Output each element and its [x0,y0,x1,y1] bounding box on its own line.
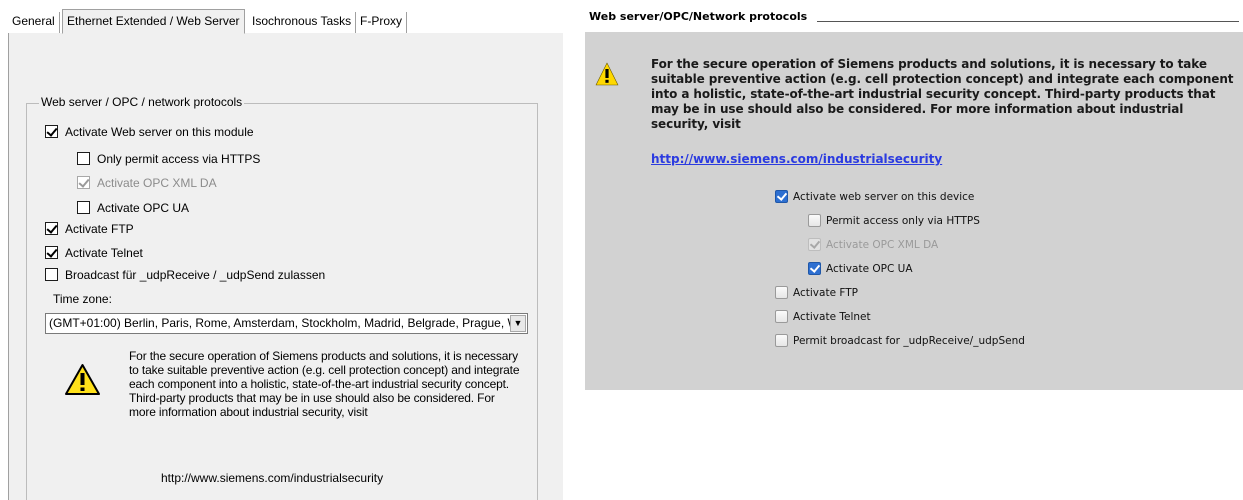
checkbox-label: Permit access only via HTTPS [826,215,980,227]
checkbox-box[interactable] [775,310,788,323]
ftp-checkbox[interactable]: Activate FTP [45,222,134,238]
chevron-down-icon[interactable]: ▼ [510,315,526,332]
opc-ua-checkbox[interactable]: Activate OPC UA [808,262,913,278]
classic-properties-dialog: General Ethernet Extended / Web Server I… [0,0,563,500]
checkbox-label: Activate web server on this device [793,191,975,203]
checkbox-box [808,238,821,251]
checkbox-label: Activate Telnet [65,246,143,260]
https-only-checkbox[interactable]: Only permit access via HTTPS [77,152,260,168]
warning-icon [595,62,619,86]
checkbox-box [77,176,90,189]
tab-isochronous-tasks[interactable]: Isochronous Tasks [248,12,357,33]
time-zone-select[interactable]: (GMT+01:00) Berlin, Paris, Rome, Amsterd… [45,313,528,334]
checkbox-box[interactable] [77,152,90,165]
security-url[interactable]: http://www.siemens.com/industrialsecurit… [161,471,383,485]
section-title: Web server/OPC/Network protocols [589,10,808,23]
checkbox-box[interactable] [775,190,788,203]
security-link[interactable]: http://www.siemens.com/industrialsecurit… [651,152,942,166]
udp-broadcast-checkbox[interactable]: Broadcast für _udpReceive / _udpSend zul… [45,268,325,284]
group-title: Web server / OPC / network protocols [39,95,245,109]
checkbox-box[interactable] [45,125,58,138]
telnet-checkbox[interactable]: Activate Telnet [775,310,871,326]
checkbox-label: Activate OPC XML DA [826,239,939,251]
checkbox-box[interactable] [808,262,821,275]
security-notice-text: For the secure operation of Siemens prod… [651,57,1234,131]
https-only-checkbox[interactable]: Permit access only via HTTPS [808,214,980,230]
checkbox-label: Activate OPC UA [97,201,190,215]
udp-broadcast-checkbox[interactable]: Permit broadcast for _udpReceive/_udpSen… [775,334,1025,350]
checkbox-box[interactable] [45,246,58,259]
tab-ethernet-extended-web-server[interactable]: Ethernet Extended / Web Server [62,9,245,34]
opc-xml-da-checkbox: Activate OPC XML DA [77,176,217,192]
checkbox-box[interactable] [45,222,58,235]
checkbox-label: Activate Telnet [793,311,871,323]
tab-bar: General Ethernet Extended / Web Server I… [8,9,563,34]
security-notice-text: For the secure operation of Siemens prod… [129,349,520,419]
checkbox-box[interactable] [45,268,58,281]
opc-xml-da-checkbox: Activate OPC XML DA [808,238,938,254]
checkbox-label: Activate OPC UA [826,263,913,275]
checkbox-box[interactable] [775,334,788,347]
tab-f-proxy[interactable]: F-Proxy [356,12,407,33]
activate-web-server-checkbox[interactable]: Activate web server on this device [775,190,974,206]
checkbox-box[interactable] [77,201,90,214]
checkbox-box[interactable] [775,286,788,299]
checkbox-box[interactable] [808,214,821,227]
checkbox-label: Activate Web server on this module [65,125,254,139]
warning-icon [65,364,100,395]
checkbox-label: Activate OPC XML DA [97,176,217,190]
telnet-checkbox[interactable]: Activate Telnet [45,246,143,262]
checkbox-label: Permit broadcast for _udpReceive/_udpSen… [793,335,1025,347]
divider [817,21,1239,22]
checkbox-label: Only permit access via HTTPS [97,152,261,166]
checkbox-label: Activate FTP [65,222,134,236]
activate-web-server-checkbox[interactable]: Activate Web server on this module [45,125,254,141]
checkbox-label: Activate FTP [793,287,858,299]
tia-properties-panel: Web server/OPC/Network protocols For the… [585,0,1243,390]
tab-general[interactable]: General [8,12,60,33]
opc-ua-checkbox[interactable]: Activate OPC UA [77,201,189,217]
checkbox-label: Broadcast für _udpReceive / _udpSend zul… [65,268,326,282]
time-zone-label: Time zone: [53,292,112,306]
time-zone-value: (GMT+01:00) Berlin, Paris, Rome, Amsterd… [49,316,526,330]
ftp-checkbox[interactable]: Activate FTP [775,286,858,302]
section-header: Web server/OPC/Network protocols [585,0,1243,32]
